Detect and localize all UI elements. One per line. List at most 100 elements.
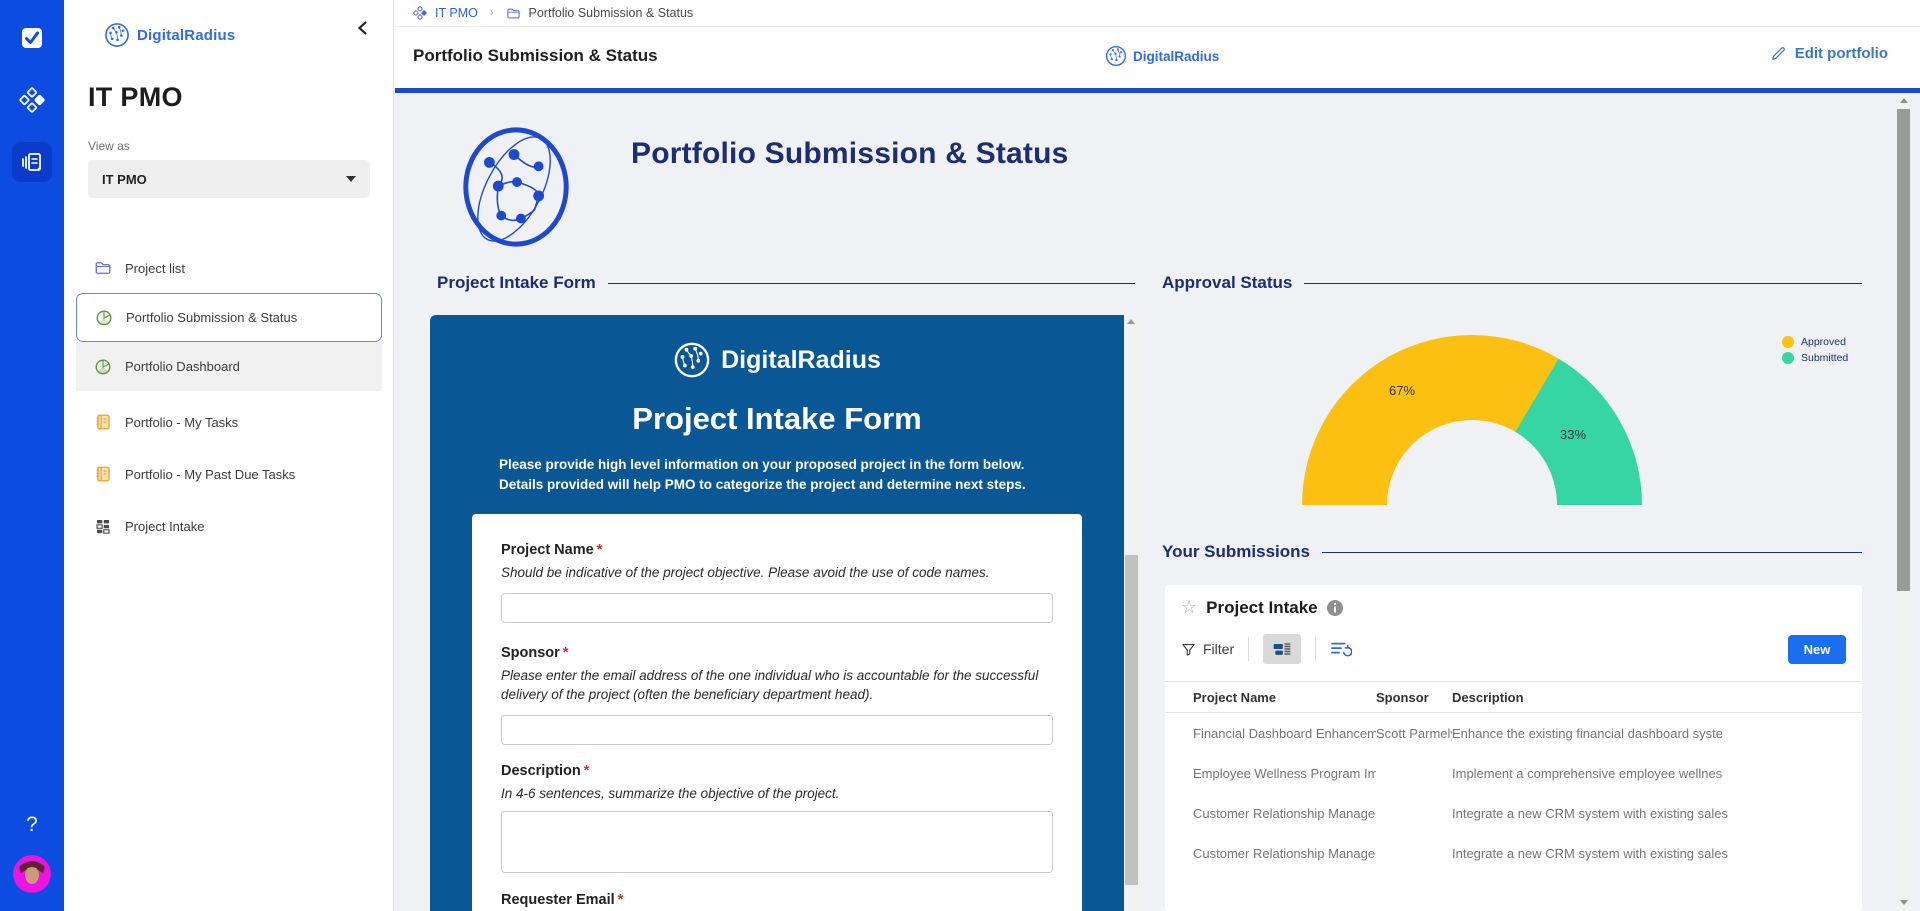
legend-label: Approved: [1801, 336, 1846, 348]
submissions-table: Project Name Sponsor Description Financi…: [1165, 681, 1862, 873]
submissions-card-header: ☆ Project Intake: [1181, 597, 1343, 618]
section-heading-rule: [607, 282, 1135, 284]
submissions-toolbar: Filter New: [1181, 633, 1846, 665]
pencil-icon: [1771, 47, 1785, 60]
folder-icon: [95, 262, 111, 274]
column-header-sponsor[interactable]: Sponsor: [1376, 690, 1452, 705]
project-name-input[interactable]: [501, 592, 1053, 623]
card-view-icon: [1273, 643, 1291, 655]
section-heading-project-intake-form: Project Intake Form: [437, 273, 1135, 293]
legend-swatch-submitted: [1782, 352, 1794, 364]
legend-item-approved[interactable]: Approved: [1782, 336, 1848, 348]
pie-chart-icon: [95, 359, 111, 374]
breadcrumb-current: Portfolio Submission & Status: [528, 6, 694, 20]
cell-description: Enhance the existing financial dashboard…: [1452, 725, 1724, 741]
sidebar-item-portfolio-my-past-due-tasks[interactable]: Portfolio - My Past Due Tasks: [76, 452, 382, 496]
collapse-sidebar-button[interactable]: [355, 20, 371, 36]
scroll-up-icon[interactable]: [1900, 98, 1908, 103]
submissions-card: ☆ Project Intake Filter New Project Name…: [1165, 585, 1862, 911]
section-heading-approval-status: Approval Status: [1162, 273, 1862, 293]
workspace-title: IT PMO: [88, 82, 183, 112]
page-header: Portfolio Submission & Status DigitalRad…: [395, 27, 1920, 88]
section-heading-rule: [1322, 551, 1862, 553]
legend-item-submitted[interactable]: Submitted: [1782, 352, 1848, 364]
filter-button[interactable]: Filter: [1181, 641, 1234, 657]
scroll-down-icon[interactable]: [1900, 900, 1908, 905]
dynamic-view-button[interactable]: [1330, 640, 1353, 658]
sidebar-item-portfolio-my-tasks[interactable]: Portfolio - My Tasks: [76, 400, 382, 444]
solution-center-icon[interactable]: [12, 80, 52, 120]
list-refresh-icon: [1331, 642, 1353, 657]
column-header-description[interactable]: Description: [1452, 690, 1862, 705]
breadcrumb-separator: ›: [489, 7, 494, 19]
form-scrollbar-thumb[interactable]: [1125, 555, 1138, 885]
view-as-value: IT PMO: [102, 171, 147, 187]
scroll-up-icon[interactable]: [1127, 319, 1135, 324]
sidebar-item-label: Portfolio - My Tasks: [125, 414, 239, 430]
sidebar-item-portfolio-submission-status[interactable]: Portfolio Submission & Status: [76, 293, 382, 342]
view-as-select[interactable]: IT PMO: [88, 160, 370, 198]
app-check-logo-icon[interactable]: [12, 18, 52, 58]
field-help: In 4-6 sentences, summarize the objectiv…: [501, 785, 840, 801]
table-row[interactable]: Employee Wellness Program Implementation…: [1165, 753, 1862, 793]
header-brand: DigitalRadius: [1105, 45, 1219, 67]
approval-status-gauge: [1302, 330, 1642, 510]
digitalradius-logo-icon: [105, 23, 129, 47]
legend-label: Submitted: [1801, 352, 1849, 364]
card-view-toggle[interactable]: [1263, 634, 1302, 664]
project-intake-form-widget: DigitalRadius Project Intake Form Please…: [430, 315, 1124, 911]
reports-icon[interactable]: [12, 142, 52, 182]
filter-label: Filter: [1203, 641, 1235, 657]
help-button[interactable]: ?: [26, 813, 38, 837]
gauge-slice-approved[interactable]: [1302, 334, 1559, 505]
edit-portfolio-button[interactable]: Edit portfolio: [1770, 45, 1888, 62]
favorite-star-icon[interactable]: ☆: [1181, 597, 1197, 618]
digitalradius-logo-icon: [1105, 45, 1127, 67]
required-asterisk: *: [617, 892, 624, 909]
notebook-icon: [96, 414, 110, 430]
form-title: Project Intake Form: [632, 401, 922, 436]
toolbar-divider: [1315, 637, 1317, 661]
digitalradius-logo-icon: [674, 342, 710, 378]
description-textarea[interactable]: [501, 811, 1053, 874]
network-globe-logo: [452, 123, 580, 251]
field-label: Sponsor *: [501, 644, 569, 661]
table-header-row: Project Name Sponsor Description: [1165, 681, 1862, 713]
page-scrollbar-thumb[interactable]: [1897, 109, 1910, 591]
form-fields-card: Project Name * Should be indicative of th…: [472, 514, 1082, 911]
field-sponsor: Sponsor * Please enter the email address …: [501, 645, 1053, 745]
cell-description: Integrate a new CRM system with existing…: [1452, 805, 1728, 821]
sidebar-item-project-list[interactable]: Project list: [76, 246, 382, 290]
section-heading-text: Approval Status: [1162, 273, 1293, 292]
table-row[interactable]: Customer Relationship Management (CRM) I…: [1165, 793, 1862, 833]
cell-sponsor: Scott Parmely: [1376, 725, 1452, 741]
field-label: Requester Email *: [501, 892, 624, 909]
sidebar-item-project-intake[interactable]: Project Intake: [76, 504, 382, 548]
table-row[interactable]: Financial Dashboard Enhancement Scott Pa…: [1165, 713, 1862, 753]
table-row[interactable]: Customer Relationship Management (CRM) I…: [1165, 833, 1862, 873]
user-avatar[interactable]: [13, 855, 51, 893]
cell-description: Integrate a new CRM system with existing…: [1452, 845, 1728, 861]
sidebar-item-portfolio-dashboard[interactable]: Portfolio Dashboard: [76, 342, 382, 391]
section-heading-text: Your Submissions: [1162, 542, 1310, 561]
new-button[interactable]: New: [1788, 634, 1846, 664]
sidebar-item-label: Portfolio Dashboard: [125, 359, 240, 374]
cell-project-name: Customer Relationship Management (CRM) I: [1193, 845, 1376, 861]
form-scrollbar[interactable]: [1124, 315, 1139, 911]
toolbar-divider: [1248, 637, 1250, 661]
cell-project-name: Customer Relationship Management (CRM) I: [1193, 805, 1376, 821]
form-brand: DigitalRadius: [673, 341, 881, 379]
funnel-icon: [1182, 643, 1195, 656]
field-project-name: Project Name * Should be indicative of th…: [501, 542, 1053, 623]
form-intro: Please provide high level information on…: [499, 457, 1026, 492]
page-scrollbar[interactable]: [1896, 93, 1912, 911]
edit-portfolio-label: Edit portfolio: [1794, 45, 1888, 62]
page-title: Portfolio Submission & Status: [413, 46, 658, 65]
sponsor-input[interactable]: [501, 714, 1053, 745]
breadcrumb-root-link[interactable]: IT PMO: [435, 6, 478, 20]
info-icon[interactable]: [1326, 599, 1343, 616]
column-header-project-name[interactable]: Project Name: [1193, 690, 1376, 705]
notebook-icon: [96, 466, 110, 482]
field-description: Description * In 4-6 sentences, summarize…: [501, 763, 1053, 879]
chevron-down-icon: [346, 176, 356, 182]
